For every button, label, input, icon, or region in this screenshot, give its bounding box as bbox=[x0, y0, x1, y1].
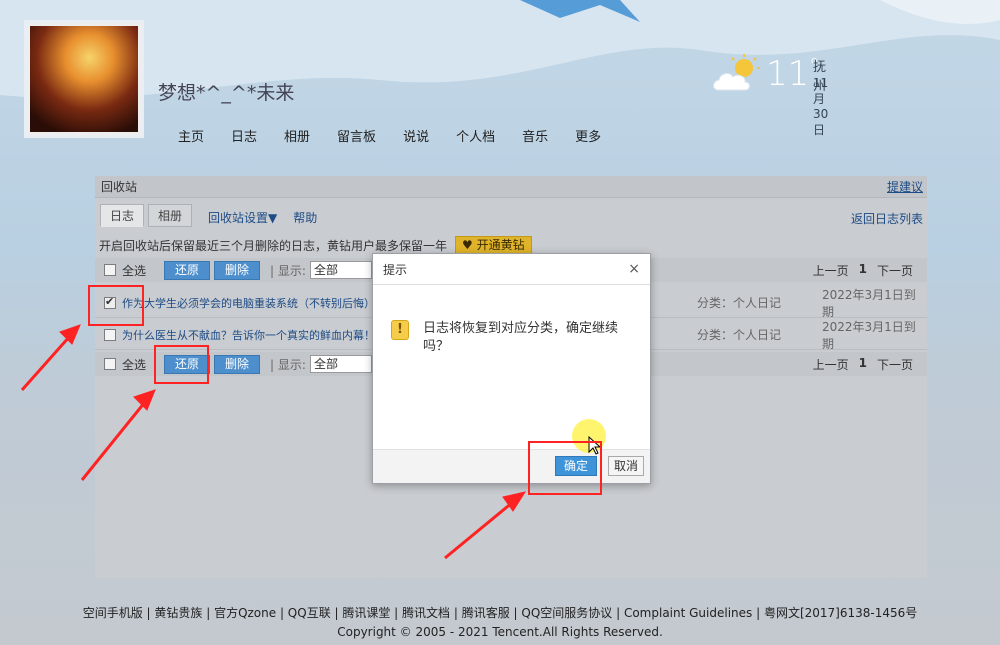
notice-text: 开启回收站后保留最近三个月删除的日志，黄钻用户最多保留一年 bbox=[99, 238, 448, 253]
blog-expire-date: 2022年3月1日到期 bbox=[822, 287, 916, 319]
footer-copyright: Copyright © 2005 - 2021 Tencent.All Righ… bbox=[337, 625, 663, 639]
dialog-body: ! 日志将恢复到对应分类，确定继续吗？ bbox=[391, 320, 623, 356]
cancel-button[interactable]: 取消 bbox=[608, 456, 644, 476]
main-nav: 主页 日志 相册 留言板 说说 个人档 音乐 更多 bbox=[178, 126, 628, 145]
header-background bbox=[0, 0, 1000, 99]
row-checkbox[interactable] bbox=[104, 328, 116, 341]
help-link[interactable]: 帮助 bbox=[293, 209, 317, 227]
dialog-message: 日志将恢复到对应分类，确定继续吗？ bbox=[423, 321, 619, 354]
prev-page-link[interactable]: 上一页 bbox=[813, 356, 849, 373]
pager-bottom: 上一页 1 下一页 bbox=[803, 356, 913, 373]
diamond-icon: ♥ bbox=[462, 238, 477, 252]
show-label: | 显示: bbox=[270, 263, 306, 278]
tab-bar: 日志 相册 回收站设置▼ 帮助 bbox=[100, 204, 317, 227]
page-number: 1 bbox=[858, 261, 867, 276]
dialog-title: 提示 bbox=[383, 262, 408, 277]
avatar[interactable] bbox=[24, 20, 144, 138]
partly-cloudy-icon bbox=[713, 54, 760, 91]
blog-expire-date: 2022年3月1日到期 bbox=[822, 319, 916, 351]
dialog-header: 提示 × bbox=[373, 254, 650, 285]
nav-item-talk[interactable]: 说说 bbox=[403, 126, 429, 145]
annotation-box-confirm bbox=[528, 441, 602, 495]
blog-category: 分类：个人日记 bbox=[697, 296, 782, 310]
annotation-box-checkbox bbox=[88, 285, 144, 326]
panel-title: 回收站 bbox=[101, 180, 138, 194]
tab-blog[interactable]: 日志 bbox=[100, 204, 145, 227]
panel-header: 回收站 提建议 bbox=[95, 176, 927, 198]
show-filter-select[interactable]: 全部 bbox=[309, 355, 372, 373]
restore-button[interactable]: 还原 bbox=[164, 260, 211, 280]
nav-item-profile[interactable]: 个人档 bbox=[456, 126, 495, 145]
dialog-footer: 确定 取消 bbox=[373, 449, 650, 483]
blog-title-link[interactable]: 为什么医生从不献血？告诉你一个真实的鲜血内幕！ bbox=[122, 327, 382, 343]
nav-item-more[interactable]: 更多 bbox=[575, 126, 601, 145]
footer-links[interactable]: 空间手机版 | 黄钻贵族 | 官方Qzone | QQ互联 | 腾讯课堂 | 腾… bbox=[0, 604, 1000, 621]
blog-title-link[interactable]: 作为大学生必须学会的电脑重装系统（不转别后悔） bbox=[122, 295, 382, 311]
nav-item-home[interactable]: 主页 bbox=[178, 126, 204, 145]
nav-item-blog[interactable]: 日志 bbox=[231, 126, 257, 145]
select-all-label: 全选 bbox=[122, 357, 147, 372]
delete-button[interactable]: 删除 bbox=[214, 354, 261, 374]
weather-widget: 11° 抚州 11月30日 bbox=[710, 54, 828, 137]
recycle-notice: 开启回收站后保留最近三个月删除的日志，黄钻用户最多保留一年 ♥ 开通黄钻 bbox=[99, 236, 532, 254]
page-number: 1 bbox=[858, 355, 867, 370]
temperature: 11° bbox=[766, 54, 820, 94]
annotation-box-restore bbox=[154, 345, 209, 384]
select-all-label: 全选 bbox=[122, 263, 147, 278]
show-label: | 显示: bbox=[270, 357, 306, 372]
next-page-link[interactable]: 下一页 bbox=[877, 262, 913, 279]
close-icon[interactable]: × bbox=[628, 261, 640, 277]
select-all-checkbox[interactable] bbox=[104, 264, 116, 276]
warning-icon: ! bbox=[391, 320, 409, 340]
next-page-link[interactable]: 下一页 bbox=[877, 356, 913, 373]
back-to-blog-list-link[interactable]: 返回日志列表 bbox=[851, 210, 923, 227]
nav-item-guestbook[interactable]: 留言板 bbox=[337, 126, 376, 145]
nav-item-album[interactable]: 相册 bbox=[284, 126, 310, 145]
weather-date: 11月30日 bbox=[813, 76, 829, 137]
nav-item-music[interactable]: 音乐 bbox=[522, 126, 548, 145]
tab-album[interactable]: 相册 bbox=[148, 204, 193, 227]
blog-category: 分类：个人日记 bbox=[697, 328, 782, 342]
recycle-settings-dropdown[interactable]: 回收站设置▼ bbox=[208, 209, 277, 227]
open-vip-button[interactable]: ♥ 开通黄钻 bbox=[455, 236, 532, 254]
pager-top: 上一页 1 下一页 bbox=[803, 262, 913, 279]
suggest-link[interactable]: 提建议 bbox=[887, 178, 923, 195]
confirm-dialog: 提示 × ! 日志将恢复到对应分类，确定继续吗？ 确定 取消 bbox=[372, 253, 651, 484]
show-filter-select[interactable]: 全部 bbox=[309, 261, 372, 279]
select-all-checkbox[interactable] bbox=[104, 358, 116, 370]
prev-page-link[interactable]: 上一页 bbox=[813, 262, 849, 279]
username: 梦想*^_^*未来 bbox=[158, 82, 295, 104]
delete-button[interactable]: 删除 bbox=[214, 260, 261, 280]
